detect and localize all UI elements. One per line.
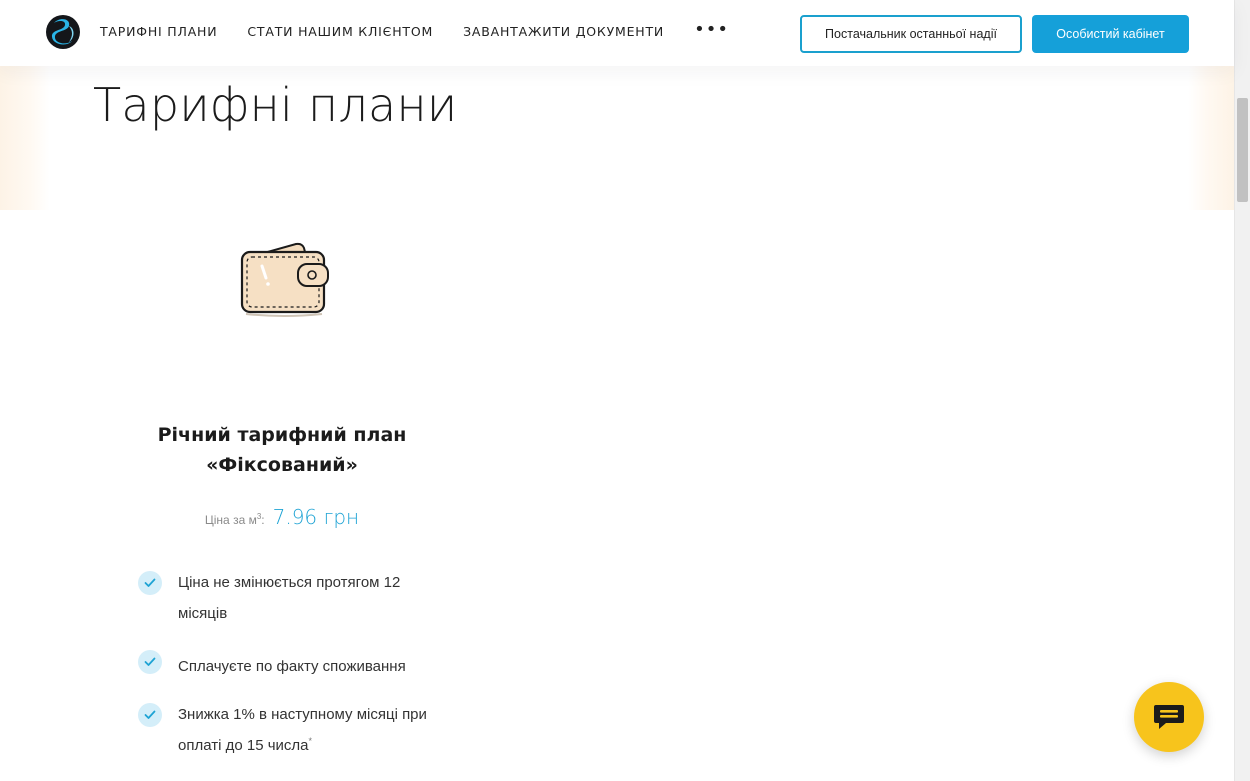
feature-list: Ціна не змінюється протягом 12 місяців С…: [138, 570, 438, 781]
list-item: Сплачуєте по факту споживання: [138, 649, 438, 680]
price-value: 7.96 грн: [272, 505, 360, 529]
price-row: Ціна за м3: 7.96 грн: [130, 505, 434, 529]
feature-text: Сплачуєте по факту споживання: [178, 658, 406, 675]
site-header: ТАРИФНІ ПЛАНИ СТАТИ НАШИМ КЛІЄНТОМ ЗАВАН…: [0, 0, 1234, 66]
check-icon: [138, 703, 162, 727]
nav-item-become-client[interactable]: СТАТИ НАШИМ КЛІЄНТОМ: [247, 24, 433, 39]
scrollbar[interactable]: [1234, 0, 1250, 781]
background-glow-left: [0, 60, 50, 210]
feature-text: Знижка 1% в наступному місяці при оплаті…: [178, 706, 427, 754]
list-item: Знижка 1% в наступному місяці при оплаті…: [138, 702, 438, 759]
chat-button[interactable]: [1134, 682, 1204, 752]
background-glow-right: [1188, 60, 1234, 210]
main-nav: ТАРИФНІ ПЛАНИ СТАТИ НАШИМ КЛІЄНТОМ ЗАВАН…: [100, 20, 729, 39]
price-label: Ціна за м3:: [204, 512, 265, 527]
nav-item-download-documents[interactable]: ЗАВАНТАЖИТИ ДОКУМЕНТИ: [463, 24, 664, 39]
wallet-icon: [236, 236, 332, 318]
chat-icon: [1154, 705, 1184, 729]
feature-text: Ціна не змінюється протягом 12 місяців: [178, 574, 401, 622]
nav-item-tariffs[interactable]: ТАРИФНІ ПЛАНИ: [100, 24, 217, 39]
check-icon: [138, 571, 162, 595]
personal-account-button[interactable]: Особистий кабінет: [1032, 15, 1189, 53]
scrollbar-thumb[interactable]: [1237, 98, 1248, 202]
more-menu-icon[interactable]: •••: [694, 20, 729, 38]
supplier-last-resort-button[interactable]: Постачальник останньої надії: [800, 15, 1022, 53]
plan-title-line2: «Фіксований»: [206, 454, 358, 476]
check-icon: [138, 650, 162, 674]
page: ТАРИФНІ ПЛАНИ СТАТИ НАШИМ КЛІЄНТОМ ЗАВАН…: [0, 0, 1250, 781]
plan-title: Річний тарифний план «Фіксований»: [130, 420, 434, 480]
plan-title-line1: Річний тарифний план: [157, 424, 407, 446]
list-item: Ціна не змінюється протягом 12 місяців: [138, 570, 438, 627]
page-title: Тарифні плани: [93, 78, 458, 132]
brand-logo-icon[interactable]: [45, 14, 81, 50]
